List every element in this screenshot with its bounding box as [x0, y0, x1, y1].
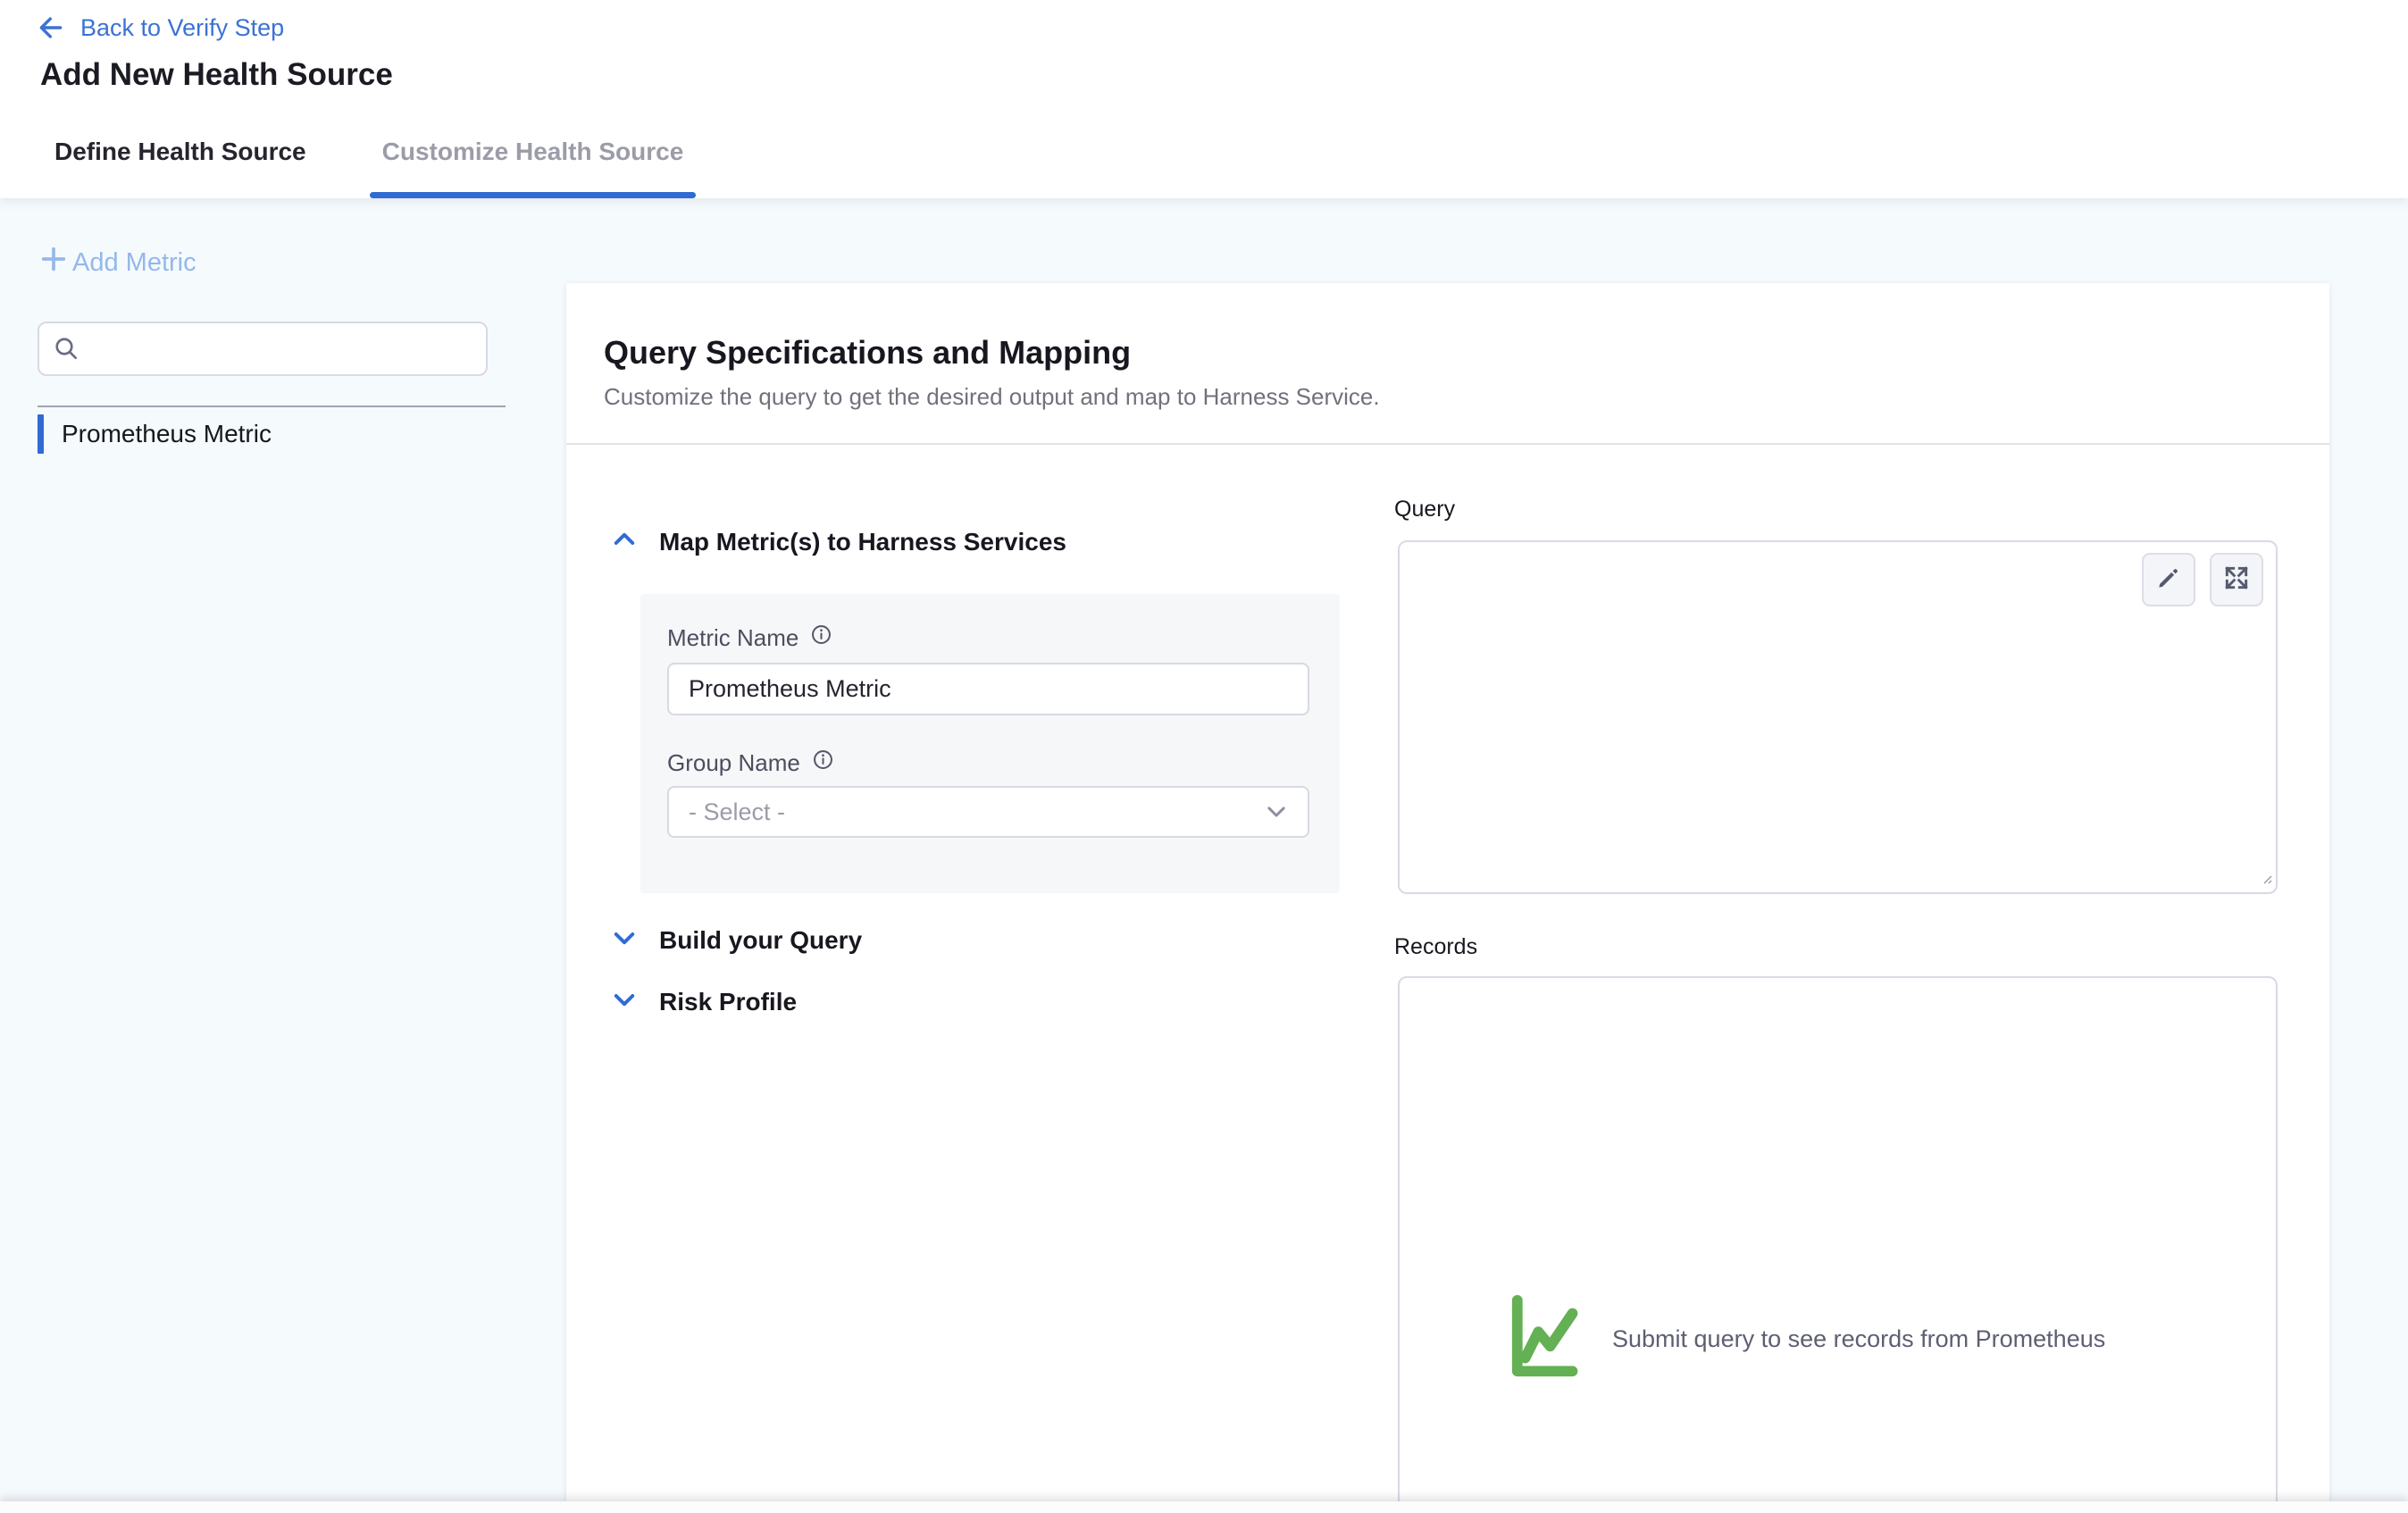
chevron-down-icon: [611, 986, 638, 1017]
records-label: Records: [1394, 934, 1477, 960]
section-label: Build your Query: [659, 926, 862, 955]
group-name-select[interactable]: - Select -: [667, 786, 1309, 838]
selected-indicator: [38, 414, 44, 454]
metric-search: [38, 322, 488, 376]
back-link-label: Back to Verify Step: [80, 14, 284, 42]
card-subtitle: Customize the query to get the desired o…: [604, 383, 1380, 411]
chevron-down-icon: [611, 924, 638, 956]
active-tab-underline: [370, 192, 697, 198]
section-build-your-query[interactable]: Build your Query: [611, 924, 862, 956]
resize-handle[interactable]: [2259, 871, 2273, 890]
chevron-up-icon: [611, 526, 638, 557]
section-risk-profile[interactable]: Risk Profile: [611, 986, 797, 1017]
tab-bar: Define Health Source Customize Health So…: [54, 138, 683, 198]
card-title: Query Specifications and Mapping: [604, 334, 1131, 372]
footer-strip: [0, 1501, 2408, 1513]
back-to-verify-step-link[interactable]: Back to Verify Step: [36, 13, 284, 43]
top-bar: Back to Verify Step Add New Health Sourc…: [0, 0, 2408, 198]
arrow-left-icon: [36, 13, 66, 43]
tab-define-health-source[interactable]: Define Health Source: [54, 138, 306, 198]
records-empty-message: Submit query to see records from Prometh…: [1612, 1325, 2105, 1353]
records-panel: Submit query to see records from Prometh…: [1398, 976, 2278, 1513]
metric-name-label: Metric Name: [667, 623, 833, 653]
metric-item-label: Prometheus Metric: [62, 420, 272, 448]
info-icon: [811, 748, 835, 778]
search-input[interactable]: [38, 322, 488, 376]
expand-query-button[interactable]: [2210, 553, 2263, 606]
add-metric-button[interactable]: Add Metric: [38, 244, 196, 281]
sidebar-divider: [38, 405, 506, 407]
metrics-sidebar: Add Metric Prometheus Metric: [0, 198, 566, 1513]
expand-icon: [2222, 564, 2251, 597]
group-name-label: Group Name: [667, 748, 835, 778]
query-editor: [1398, 540, 2278, 894]
section-map-metrics[interactable]: Map Metric(s) to Harness Services: [611, 526, 1066, 557]
section-label: Risk Profile: [659, 988, 797, 1016]
group-select-value: - Select -: [689, 798, 785, 826]
info-icon: [809, 623, 833, 653]
metric-list-item-prometheus[interactable]: Prometheus Metric: [38, 413, 272, 456]
section-label: Map Metric(s) to Harness Services: [659, 528, 1066, 556]
page-title: Add New Health Source: [40, 57, 393, 93]
query-label: Query: [1394, 497, 1455, 522]
content-area: Add Metric Prometheus Metric Query Speci…: [0, 198, 2408, 1513]
line-chart-icon: [1507, 1292, 1596, 1386]
metric-name-input[interactable]: [667, 663, 1309, 715]
add-metric-label: Add Metric: [72, 248, 196, 278]
chevron-down-icon: [1265, 800, 1288, 823]
query-specifications-card: Query Specifications and Mapping Customi…: [566, 283, 2329, 1513]
plus-icon: [38, 244, 69, 281]
tab-customize-health-source[interactable]: Customize Health Source: [382, 138, 684, 198]
card-divider: [566, 443, 2329, 445]
edit-query-button[interactable]: [2142, 553, 2195, 606]
map-metric-form-panel: Metric Name Group Name - Select -: [640, 594, 1340, 893]
records-empty-state: Submit query to see records from Prometh…: [1507, 1292, 2105, 1386]
pencil-icon: [2154, 564, 2183, 597]
search-icon: [52, 334, 80, 367]
